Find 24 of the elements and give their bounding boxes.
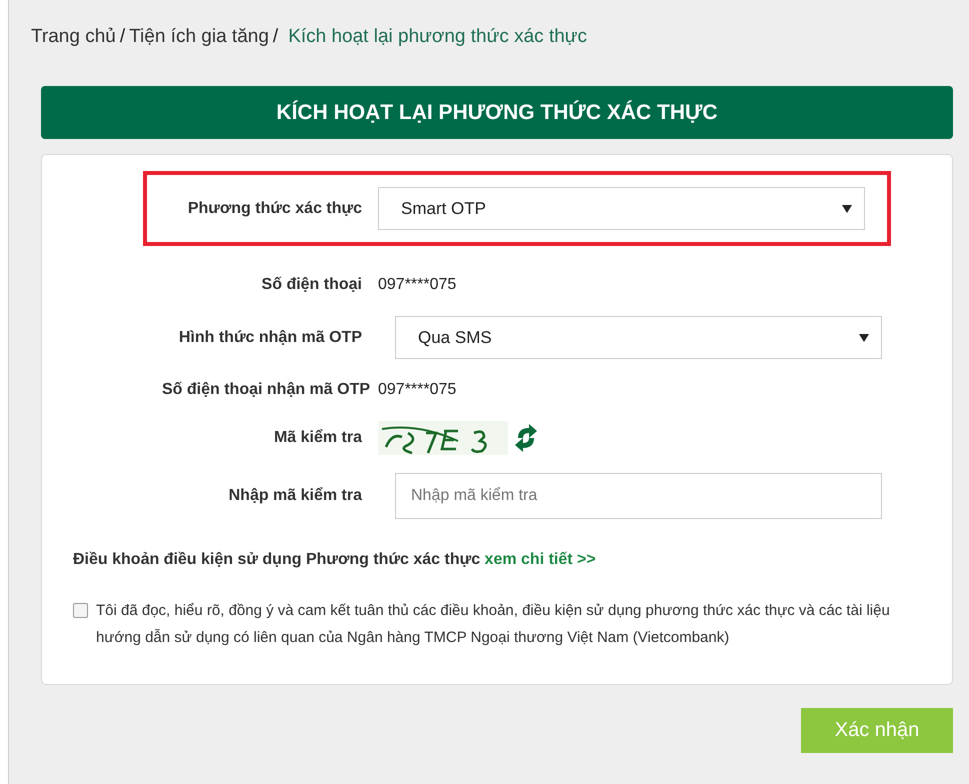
dropdown[interactable]: Smart OTP bbox=[378, 187, 865, 230]
field-label: Mã kiểm tra bbox=[272, 429, 364, 447]
refresh-icon[interactable] bbox=[514, 423, 538, 453]
field-label: Phương thức xác thực bbox=[186, 200, 363, 218]
breadcrumb-separator: / bbox=[120, 26, 126, 48]
terms-text: Điều khoản điều kiện sử dụng Phương thức xác thực xem chi tiết >> bbox=[73, 551, 597, 569]
dropdown[interactable]: Qua SMS bbox=[395, 316, 882, 359]
field-label: Nhập mã kiểm tra bbox=[228, 487, 364, 505]
field-value: 097****075 bbox=[378, 276, 456, 294]
breadcrumb-separator: / bbox=[272, 26, 278, 48]
captcha-input[interactable]: Nhập mã kiểm tra bbox=[395, 473, 882, 519]
breadcrumb-link[interactable]: Trang chủ bbox=[31, 26, 116, 48]
field-label: Hình thức nhận mã OTP bbox=[178, 328, 363, 346]
field-label: Số điện thoại bbox=[260, 276, 363, 294]
caret-icon bbox=[842, 204, 852, 212]
details-link[interactable]: xem chi tiết >> bbox=[484, 551, 596, 568]
page-header: KÍCH HOẠT LẠI PHƯƠNG THỨC XÁC THỰC bbox=[41, 86, 953, 139]
breadcrumb-link[interactable]: Tiện ích gia tăng bbox=[129, 26, 269, 48]
breadcrumb-link[interactable]: Kích hoạt lại phương thức xác thực bbox=[288, 26, 588, 48]
field-label: Số điện thoại nhận mã OTP bbox=[162, 381, 372, 399]
agreement-checkbox[interactable] bbox=[73, 603, 88, 618]
agreement-text: Tôi đã đọc, hiểu rõ, đồng ý và cam kết tuân thủ các điều khoản, điều kiện sử dụng phương thức xác thực và các tài liệu hướng dẫn sử dụng có liên quan của Ngân hàng TMCP Ngoại thương Việt Nam (Vietcombank) bbox=[96, 601, 891, 648]
field-value: 097****075 bbox=[378, 381, 456, 399]
caret-icon bbox=[859, 334, 869, 342]
